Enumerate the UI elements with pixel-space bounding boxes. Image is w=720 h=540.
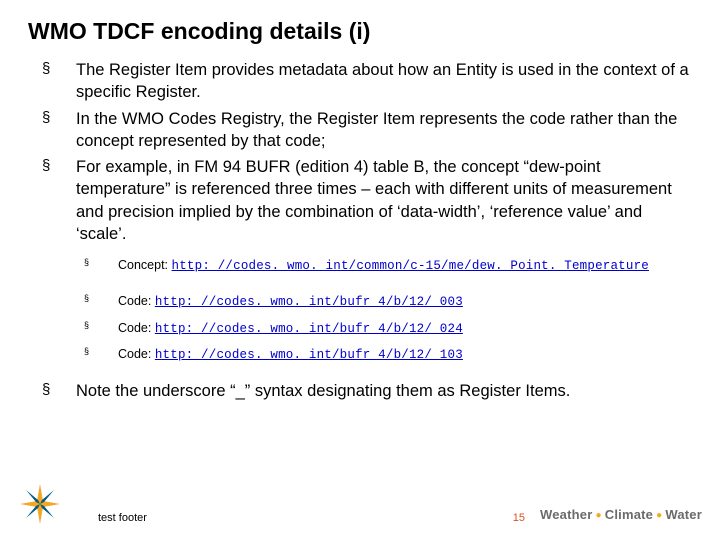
bullet-item: § For example, in FM 94 BUFR (edition 4)… — [42, 156, 692, 245]
sub-bullet-item: § Code: http: //codes. wmo. int/bufr 4/b… — [84, 344, 692, 366]
brand-text: Weather●Climate●Water — [540, 507, 702, 522]
dot-icon: ● — [653, 510, 665, 521]
bullet-text: The Register Item provides metadata abou… — [76, 59, 692, 104]
sub-bullet-text: Code: http: //codes. wmo. int/bufr 4/b/1… — [118, 344, 692, 366]
dot-icon: ● — [592, 510, 604, 521]
page-number: 15 — [513, 512, 525, 524]
bullet-glyph: § — [42, 156, 76, 176]
body-content: § The Register Item provides metadata ab… — [42, 59, 692, 402]
bullet-glyph: § — [84, 344, 118, 358]
footer-text: test footer — [98, 512, 147, 524]
bullet-glyph: § — [84, 318, 118, 332]
slide: WMO TDCF encoding details (i) § The Regi… — [0, 0, 720, 540]
sub-bullet-item: § Code: http: //codes. wmo. int/bufr 4/b… — [84, 291, 692, 313]
sub-bullets: § Concept: http: //codes. wmo. int/commo… — [84, 255, 692, 366]
compass-icon — [18, 482, 62, 526]
concept-label: Concept: — [118, 258, 172, 272]
bullet-item: § Note the underscore “_” syntax designa… — [42, 380, 692, 402]
concept-link[interactable]: http: //codes. wmo. int/common/c-15/me/d… — [172, 259, 649, 273]
note-text: Note the underscore “_” syntax designati… — [76, 380, 692, 402]
bullet-glyph: § — [84, 291, 118, 305]
bullet-glyph: § — [84, 255, 118, 269]
bullet-item: § The Register Item provides metadata ab… — [42, 59, 692, 104]
sub-bullet-text: Code: http: //codes. wmo. int/bufr 4/b/1… — [118, 291, 692, 313]
brand-b: Climate — [605, 507, 653, 522]
bullet-text: In the WMO Codes Registry, the Register … — [76, 108, 692, 153]
sub-bullet-text: Code: http: //codes. wmo. int/bufr 4/b/1… — [118, 318, 692, 340]
code-link[interactable]: http: //codes. wmo. int/bufr 4/b/12/_003 — [155, 295, 463, 309]
bullet-item: § In the WMO Codes Registry, the Registe… — [42, 108, 692, 153]
code-label: Code: — [118, 321, 155, 335]
slide-title: WMO TDCF encoding details (i) — [28, 18, 692, 45]
code-label: Code: — [118, 347, 155, 361]
bullet-glyph: § — [42, 59, 76, 79]
sub-bullet-item: § Concept: http: //codes. wmo. int/commo… — [84, 255, 692, 277]
footer: test footer 15 Weather●Climate●Water — [0, 486, 720, 530]
code-link[interactable]: http: //codes. wmo. int/bufr 4/b/12/_103 — [155, 348, 463, 362]
code-label: Code: — [118, 294, 155, 308]
bullet-glyph: § — [42, 380, 76, 400]
sub-bullet-item: § Code: http: //codes. wmo. int/bufr 4/b… — [84, 318, 692, 340]
bullet-glyph: § — [42, 108, 76, 128]
sub-bullet-text: Concept: http: //codes. wmo. int/common/… — [118, 255, 692, 277]
bullet-text: For example, in FM 94 BUFR (edition 4) t… — [76, 156, 692, 245]
brand-c: Water — [665, 507, 702, 522]
code-link[interactable]: http: //codes. wmo. int/bufr 4/b/12/_024 — [155, 322, 463, 336]
brand-a: Weather — [540, 507, 592, 522]
